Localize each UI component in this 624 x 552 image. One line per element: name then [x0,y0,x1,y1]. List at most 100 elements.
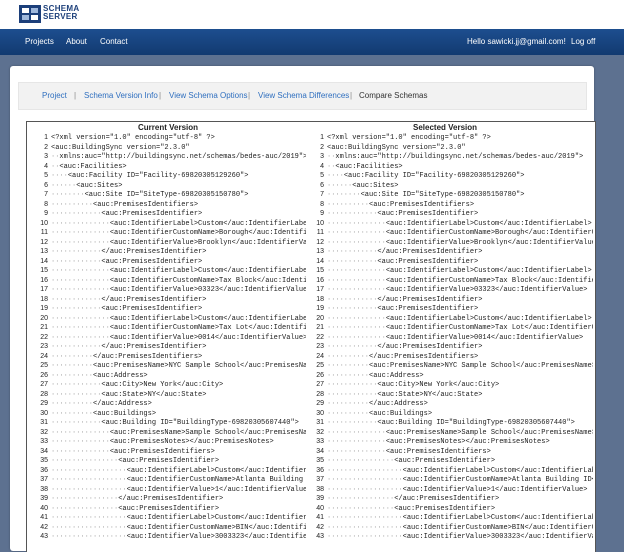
indent-guide: ·········· [327,362,370,370]
line-number: 9 [320,210,324,217]
code-text: <auc:PremisesIdentifier> [101,305,203,313]
indent-guide: ················ [51,457,119,465]
indent-guide: ·················· [51,533,127,541]
indent-guide: ·············· [51,324,110,332]
indent-guide: ·············· [51,447,110,456]
tab-project[interactable]: Project [42,91,67,100]
code-text: <auc:Address> [93,371,148,380]
indent-guide: ············ [327,419,378,427]
line-number: 2 [44,143,48,151]
indent-guide: ·················· [51,466,127,475]
code-text: <auc:PremisesName>NYC Sample School</auc… [369,362,593,370]
indent-guide: ············ [51,257,102,266]
code-text: </auc:PremisesIdentifier> [377,248,483,256]
tab-separator: | [74,91,77,100]
line-number: 8 [44,200,48,208]
code-text: </auc:PremisesIdentifier> [394,495,500,503]
indent-guide: ············ [51,381,102,389]
code-text: <auc:IdentifierLabel>Custom</auc:Identif… [126,514,306,522]
nav-logoff[interactable]: Log off [571,37,595,46]
code-text: <auc:IdentifierLabel>Custom</auc:Identif… [402,466,593,475]
line-number: 14 [316,257,324,265]
line-number: 27 [316,381,324,388]
code-line: 40 ················<auc:PremisesIdentifie… [309,504,593,514]
tab-view-schema-differences[interactable]: View Schema Differences [258,91,349,100]
indent-guide: ············ [327,343,378,351]
code-line: 36 ··················<auc:IdentifierLabel… [309,466,593,476]
nav-contact[interactable]: Contact [100,37,128,46]
code-line: 19 ············<auc:PremisesIdentifier> [33,304,306,314]
code-line: 4 ··<auc:Facilities> [33,162,306,172]
nav-projects[interactable]: Projects [25,37,54,46]
line-number: 25 [40,362,48,369]
indent-guide: ········ [327,191,361,199]
code-text: <auc:Buildings> [369,409,433,418]
line-number: 35 [40,457,48,464]
nav-user-greeting[interactable]: Hello sawicki.jj@gmail.com! [467,37,566,46]
line-number: 13 [40,248,48,255]
code-text: <auc:PremisesIdentifiers> [109,447,215,456]
indent-guide: ·················· [51,514,127,522]
code-line: 17 ··············<auc:IdentifierValue>033… [309,285,593,295]
indent-guide: ················ [327,457,395,465]
line-number: 33 [316,438,324,445]
code-text: <auc:State>NY</auc:State> [101,390,207,399]
code-line: 39 ················</auc:PremisesIdentifi… [309,494,593,504]
tab-schema-version-info[interactable]: Schema Version Info [84,91,158,100]
code-line: 2 <auc:BuildingSync version="2.3.0" [33,143,306,153]
code-text: </auc:PremisesIdentifier> [118,495,224,503]
indent-guide: ·················· [51,523,127,532]
indent-guide: ············ [51,343,102,351]
code-line: 17 ··············<auc:IdentifierValue>033… [33,285,306,295]
tab-compare-schemas[interactable]: Compare Schemas [359,91,427,100]
code-line: 1 <?xml version="1.0" encoding="utf-8" ?> [309,133,593,143]
top-bar: SCHEMA SERVER [0,0,624,29]
indent-guide: ············ [51,295,102,304]
code-line: 5 ····<auc:Facility ID="Facility-69820305… [309,171,593,181]
code-line: 27 ············<auc:City>New York</auc:Ci… [309,380,593,390]
line-number: 25 [316,362,324,369]
code-text: <auc:IdentifierLabel>Custom</auc:Identif… [109,314,306,323]
code-line: 12 ··············<auc:IdentifierValue>Bro… [33,238,306,248]
code-line: 21 ··············<auc:IdentifierCustomNam… [33,323,306,333]
line-number: 11 [40,229,48,236]
indent-guide: ·············· [51,438,110,446]
code-line: 2 <auc:BuildingSync version="2.3.0" [309,143,593,153]
code-text: <auc:IdentifierCustomName>Atlanta Buildi… [126,476,304,484]
code-line: 28 ············<auc:State>NY</auc:State> [33,390,306,400]
code-text: <auc:PremisesIdentifier> [118,457,220,465]
current-version-pane[interactable]: 1 <?xml version="1.0" encoding="utf-8" ?>… [33,133,306,552]
code-line: 23 ············</auc:PremisesIdentifier> [309,342,593,352]
code-text: <auc:PremisesNotes></auc:PremisesNotes> [385,438,550,446]
code-line: 24 ··········</auc:PremisesIdentifiers> [309,352,593,362]
code-line: 13 ············</auc:PremisesIdentifier> [309,247,593,257]
tab-view-schema-options[interactable]: View Schema Options [169,91,248,100]
schema-server-logo-icon[interactable] [19,5,41,23]
code-line: 26 ··········<auc:Address> [309,371,593,381]
code-line: 32 ··············<auc:PremisesName>Sample… [33,428,306,438]
code-line: 21 ··············<auc:IdentifierCustomNam… [309,323,593,333]
indent-guide: ·················· [51,485,127,494]
code-text: <auc:IdentifierLabel>Custom</auc:Identif… [109,267,306,275]
line-number: 29 [40,400,48,407]
line-number: 36 [316,466,324,474]
indent-guide: ·········· [51,409,94,418]
code-text: </auc:PremisesIdentifier> [101,248,207,256]
code-text: <auc:IdentifierCustomName>Tax Lot</auc:I… [385,324,593,332]
indent-guide: ············ [327,257,378,266]
line-number: 40 [316,504,324,512]
indent-guide: ·········· [51,371,94,380]
selected-version-pane[interactable]: 1 <?xml version="1.0" encoding="utf-8" ?>… [309,133,593,552]
indent-guide: ············ [327,390,378,399]
line-number: 32 [40,428,48,436]
line-number: 19 [316,305,324,312]
line-number: 19 [40,305,48,312]
code-text: <auc:IdentifierCustomName>Atlanta Buildi… [402,476,593,484]
logo-text: SCHEMA SERVER [43,5,79,21]
nav-about[interactable]: About [66,37,87,46]
schema-compare-view: Current Version Selected Version 1 <?xml … [26,121,596,552]
code-text: </auc:PremisesIdentifier> [377,295,483,304]
code-text: <?xml version="1.0" encoding="utf-8" ?> [327,134,491,142]
indent-guide: ···· [327,172,344,180]
line-number: 3 [320,153,324,160]
